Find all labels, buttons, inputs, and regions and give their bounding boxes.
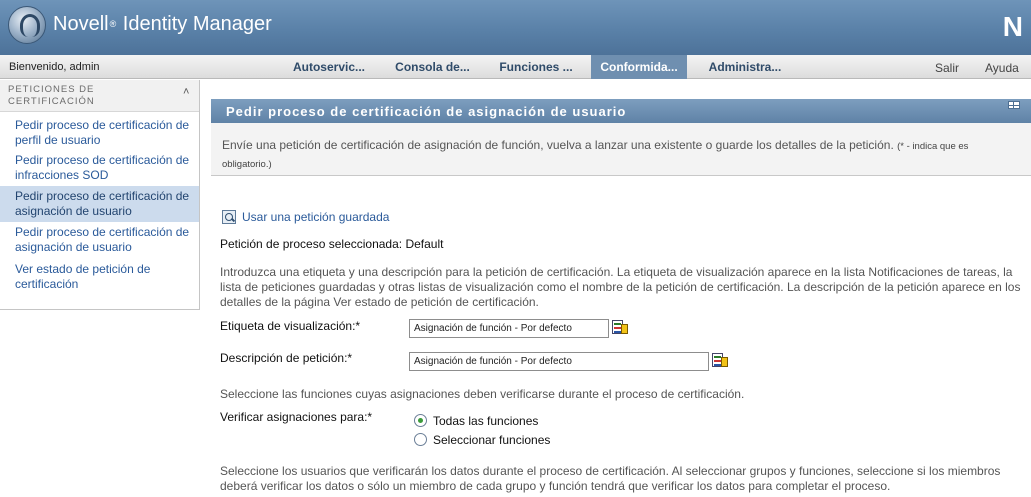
sidebar-header: PETICIONES DE CERTIFICACIÓN ˄	[0, 80, 199, 112]
use-saved-request-label: Usar una petición guardada	[242, 209, 390, 224]
sidebar-item-sod-certification[interactable]: Pedir proceso de certificación de infrac…	[0, 152, 199, 184]
logout-link[interactable]: Salir	[935, 61, 959, 75]
radio-all-roles-label: Todas las funciones	[433, 413, 539, 428]
localize-icon[interactable]	[612, 320, 628, 336]
tab-conformidad[interactable]: Conformida...	[591, 55, 687, 79]
welcome-text: Bienvenido, admin	[9, 61, 100, 73]
radio-select-roles[interactable]: Seleccionar funciones	[414, 432, 550, 447]
app-header: Novell® Identity Manager N	[0, 0, 1031, 55]
display-label-input[interactable]	[409, 319, 609, 338]
use-saved-request-link[interactable]: Usar una petición guardada	[222, 209, 389, 224]
registered-mark: ®	[109, 19, 117, 29]
description-input[interactable]	[409, 352, 709, 371]
sidebar-item-profile-certification[interactable]: Pedir proceso de certificación de perfil…	[0, 117, 199, 149]
radio-select-roles-control[interactable]	[414, 433, 427, 447]
panel-header: Pedir proceso de certificación de asigna…	[211, 99, 1031, 123]
display-label-label: Etiqueta de visualización:*	[220, 319, 361, 333]
tab-autoservicio[interactable]: Autoservic...	[283, 55, 375, 79]
sidebar-item-view-status[interactable]: Ver estado de petición de certificación	[0, 261, 199, 293]
sidebar-title: PETICIONES DE CERTIFICACIÓN	[8, 84, 95, 107]
radio-all-roles[interactable]: Todas las funciones	[414, 413, 538, 428]
novell-n-logo: N	[1002, 11, 1023, 42]
verify-assignments-label: Verificar asignaciones para:*	[220, 410, 373, 424]
tab-consola[interactable]: Consola de...	[385, 55, 480, 79]
tab-funciones[interactable]: Funciones ...	[490, 55, 582, 79]
label-help-text: Introduzca una etiqueta y una descripció…	[220, 265, 1021, 309]
radio-select-roles-label: Seleccionar funciones	[433, 432, 551, 447]
intro-description: Envíe una petición de certificación de a…	[222, 138, 894, 152]
sidebar-item-user-assignment-certification[interactable]: Pedir proceso de certificación de asigna…	[0, 186, 199, 222]
users-help-text: Seleccione los usuarios que verificarán …	[220, 464, 1001, 493]
roles-help-text: Seleccione las funciones cuyas asignacio…	[220, 387, 745, 401]
selected-process-text: Petición de proceso seleccionada: Defaul…	[220, 237, 444, 251]
brand-name: Novell	[53, 13, 109, 35]
help-link[interactable]: Ayuda	[985, 61, 1019, 75]
page-title: Pedir proceso de certificación de asigna…	[226, 104, 627, 119]
sidebar: PETICIONES DE CERTIFICACIÓN ˄ Pedir proc…	[0, 80, 200, 310]
tab-administracion[interactable]: Administra...	[697, 55, 793, 79]
intro-text: Envíe una petición de certificación de a…	[222, 137, 1012, 173]
description-label: Descripción de petición:*	[220, 351, 353, 365]
sidebar-item-user-assignment-certification-2[interactable]: Pedir proceso de certificación de asigna…	[0, 224, 199, 256]
app-title: Novell® Identity Manager	[53, 13, 272, 36]
double-chevron-up-icon[interactable]: ˄	[183, 86, 189, 98]
product-name: Identity Manager	[122, 13, 272, 35]
radio-all-roles-control[interactable]	[414, 414, 427, 428]
localize-icon[interactable]	[712, 353, 728, 369]
intro-box: Envíe una petición de certificación de a…	[211, 123, 1031, 176]
layout-grid-icon[interactable]	[1008, 101, 1020, 109]
magnifier-icon	[222, 209, 236, 224]
novell-logo-icon	[8, 6, 46, 44]
top-nav: Bienvenido, admin Autoservic... Consola …	[0, 55, 1031, 79]
